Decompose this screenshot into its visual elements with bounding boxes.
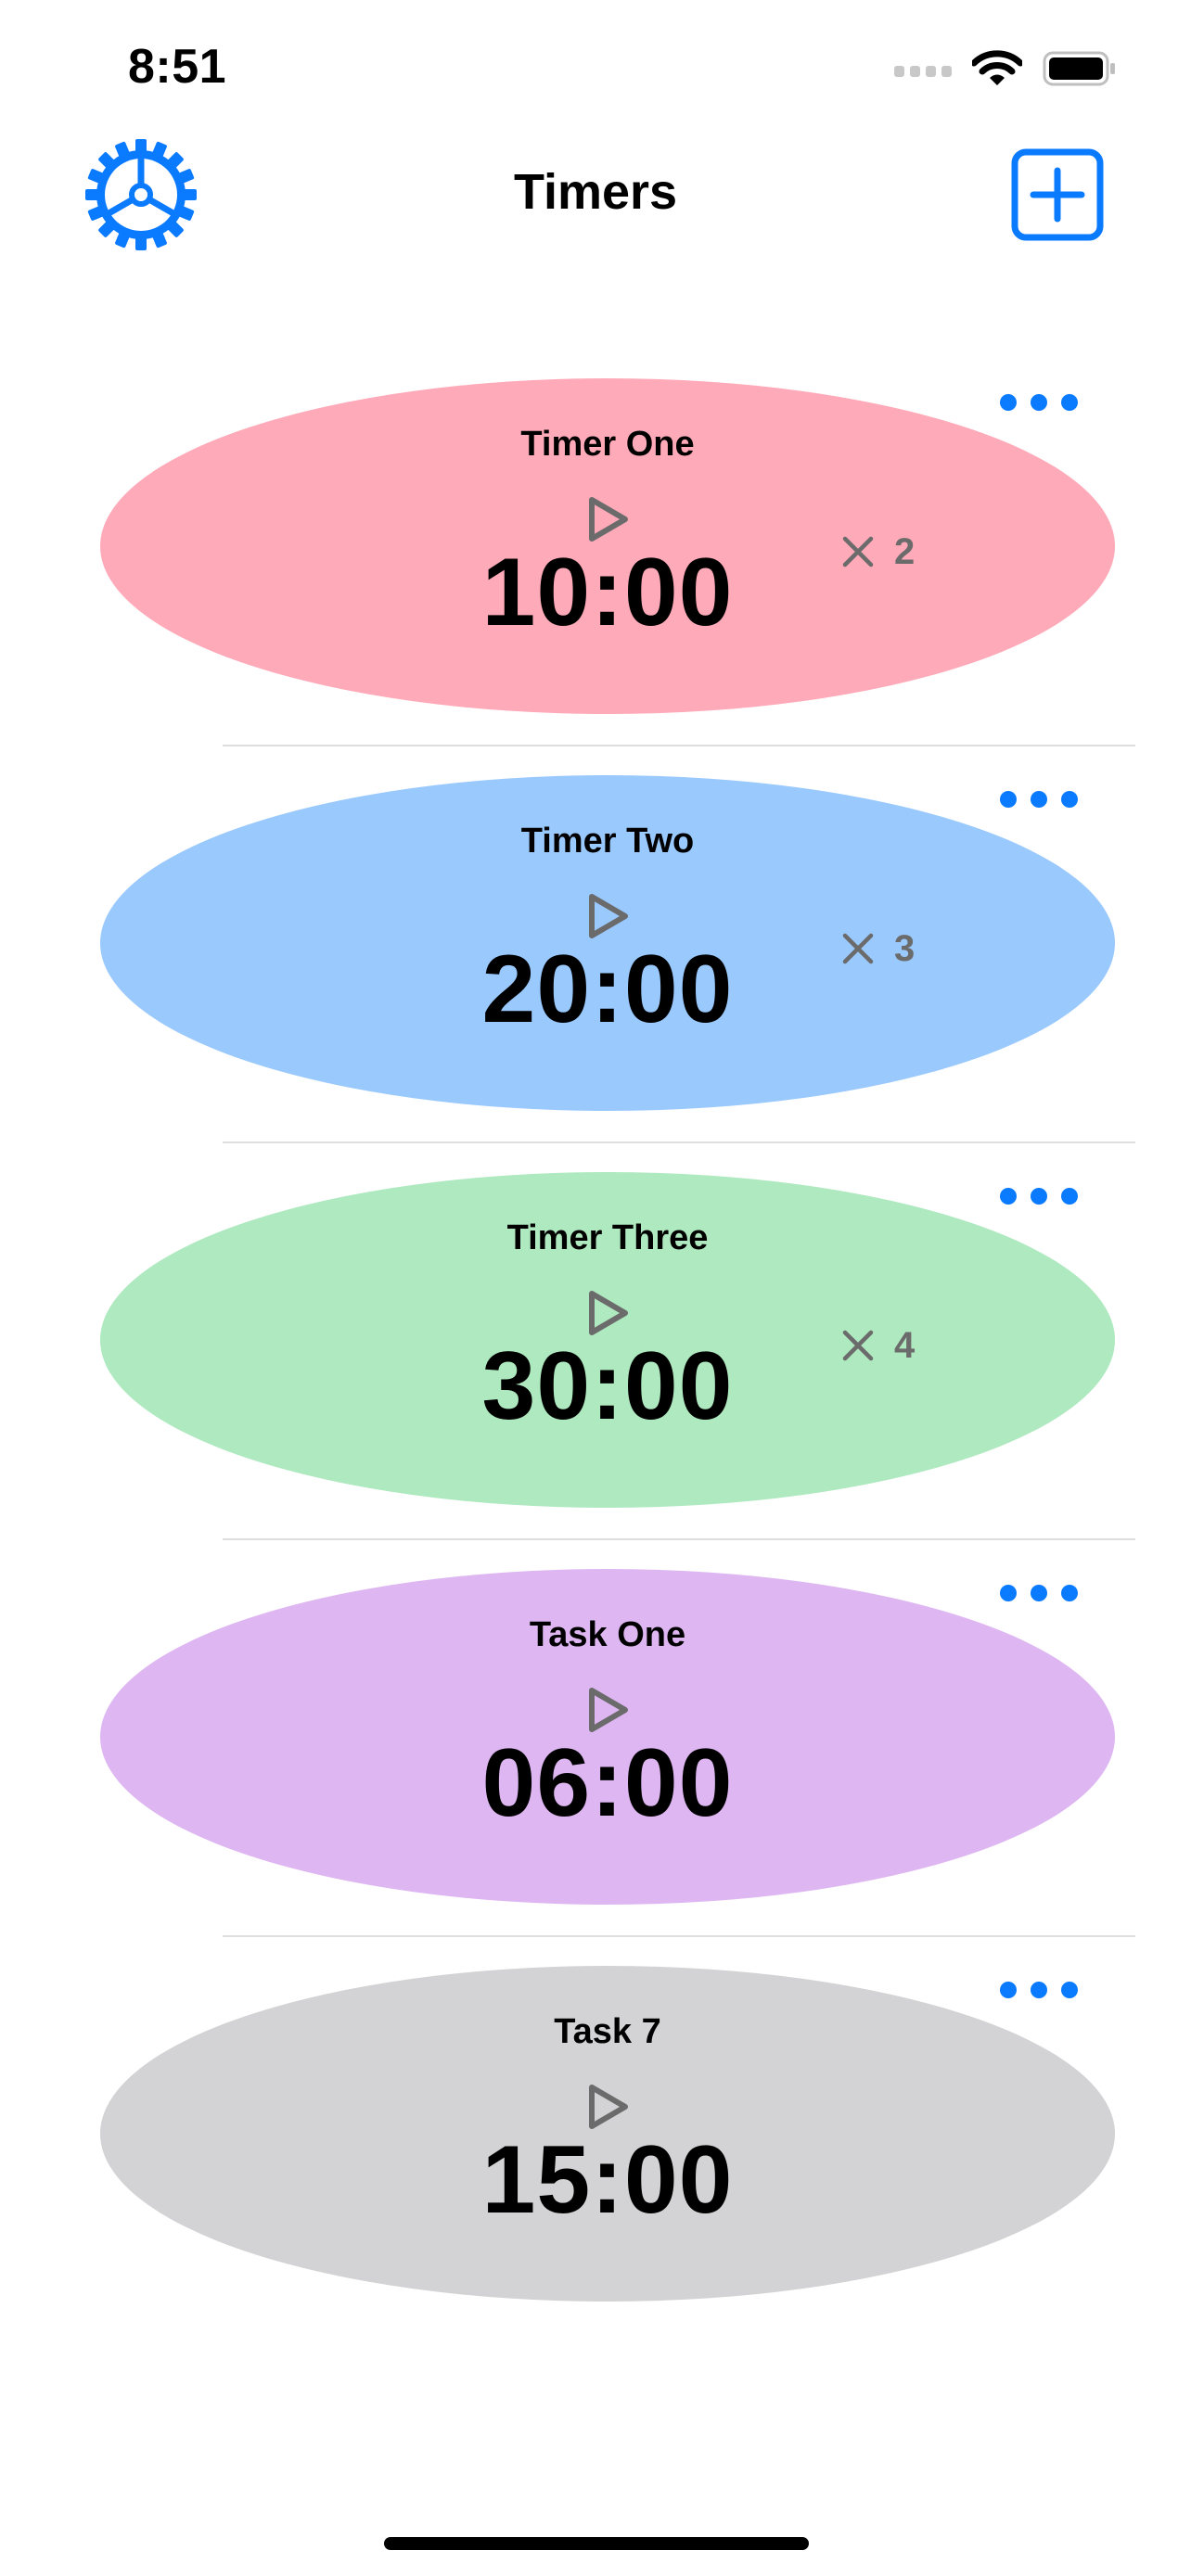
- timer-row[interactable]: Timer One 10:00 2: [0, 362, 1191, 759]
- more-options-button[interactable]: [1000, 1575, 1078, 1612]
- status-time: 8:51: [128, 40, 227, 94]
- more-options-button[interactable]: [1000, 781, 1078, 818]
- status-icons: [894, 41, 1117, 96]
- timer-name: Timer One: [520, 425, 695, 464]
- more-options-button[interactable]: [1000, 1178, 1078, 1215]
- timer-name: Timer Two: [520, 822, 695, 861]
- repeat-count: 2: [842, 529, 915, 575]
- add-timer-button[interactable]: [1011, 148, 1104, 241]
- timer-row[interactable]: Timer Three 30:00 4: [0, 1155, 1191, 1552]
- repeat-count-value: 2: [894, 530, 916, 572]
- timer-duration: 15:00: [481, 2126, 734, 2234]
- timer-duration: 30:00: [481, 1333, 734, 1440]
- repeat-count-value: 4: [894, 1324, 916, 1366]
- play-icon[interactable]: [584, 1686, 631, 1734]
- battery-icon: [1043, 51, 1115, 86]
- timer-duration: 06:00: [481, 1729, 734, 1837]
- divider: [223, 1141, 1135, 1143]
- divider: [223, 745, 1135, 746]
- timer-name: Task One: [529, 1615, 686, 1654]
- timer-row[interactable]: Task One 06:00: [0, 1552, 1191, 1949]
- repeat-count: 3: [842, 925, 915, 972]
- more-options-button[interactable]: [1000, 384, 1078, 421]
- play-icon[interactable]: [584, 2083, 631, 2131]
- multiply-icon: [842, 1330, 874, 1361]
- timer-row[interactable]: Timer Two 20:00 3: [0, 759, 1191, 1155]
- play-icon[interactable]: [584, 495, 631, 543]
- divider: [223, 1935, 1135, 1937]
- timer-row[interactable]: Task 7 15:00: [0, 1949, 1191, 2346]
- repeat-count: 4: [842, 1322, 915, 1369]
- wifi-icon: [972, 50, 1022, 85]
- repeat-count-value: 3: [894, 927, 916, 969]
- home-indicator[interactable]: [384, 2537, 809, 2550]
- multiply-icon: [842, 536, 874, 567]
- multiply-icon: [842, 933, 874, 964]
- timer-duration: 10:00: [481, 539, 734, 646]
- play-icon[interactable]: [584, 1289, 631, 1337]
- timer-list: Timer One 10:00 2 Timer Two 20:00 3 Time…: [0, 362, 1191, 2346]
- timer-duration: 20:00: [481, 936, 734, 1043]
- timer-name: Timer Three: [506, 1218, 709, 1257]
- plus-square-icon: [1011, 148, 1104, 241]
- timer-name: Task 7: [554, 2012, 661, 2051]
- divider: [223, 1538, 1135, 1540]
- play-icon[interactable]: [584, 892, 631, 940]
- more-options-button[interactable]: [1000, 1971, 1078, 2009]
- cellular-signal-icon: [894, 66, 952, 77]
